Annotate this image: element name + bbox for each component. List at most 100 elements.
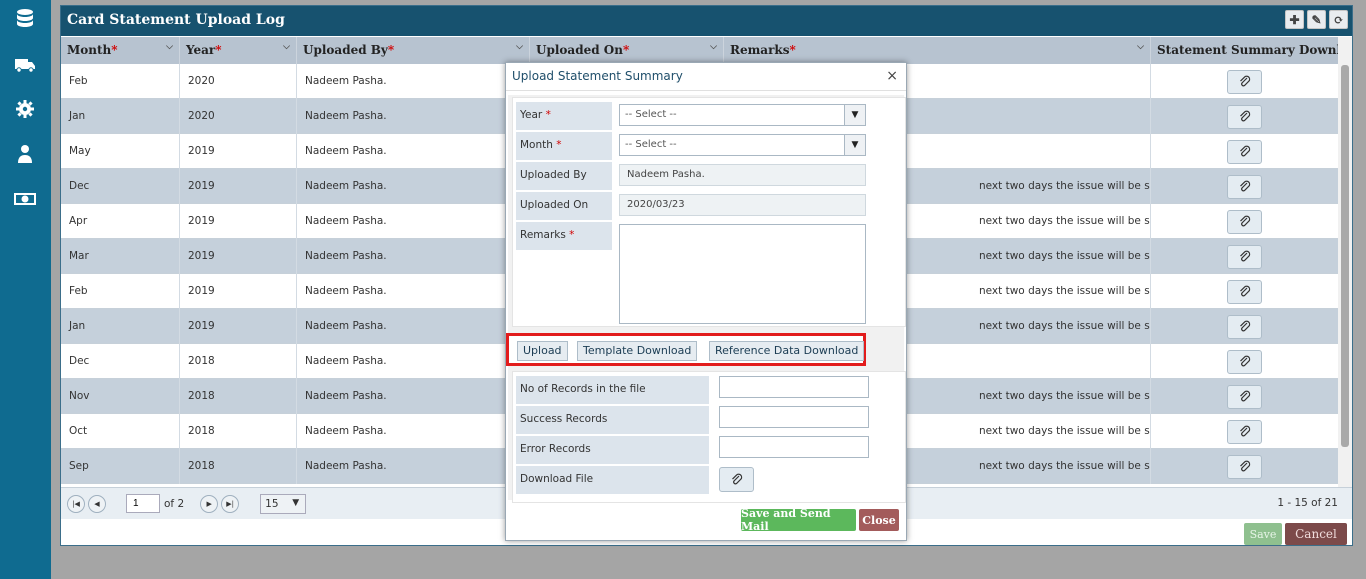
dropdown-arrow-icon: ▼ [844,105,865,125]
table-cell: 2019 [180,134,297,169]
download-file-button[interactable] [719,467,754,492]
paperclip-icon[interactable] [1227,139,1262,164]
column-header-year[interactable]: Year* ⌵ [180,37,297,64]
last-page-icon[interactable]: ▶| [221,494,240,513]
table-cell: Dec [61,169,180,204]
summary-download-cell [1151,64,1339,99]
uploaded-on-row: Uploaded On [516,192,612,220]
table-cell: 2019 [180,169,297,204]
sidebar [0,0,51,579]
year-label: Year * [516,102,612,130]
chevron-down-icon: ⌵ [166,42,173,52]
cancel-button[interactable]: Cancel [1285,523,1347,545]
paperclip-icon[interactable] [1227,174,1262,199]
download-label: Download File [516,466,709,494]
dropdown-arrow-icon: ▼ [292,497,300,508]
error-row: Error Records [516,436,709,464]
paperclip-icon[interactable] [1227,244,1262,269]
chevron-down-icon: ⌵ [710,42,717,52]
gear-icon[interactable] [13,98,37,120]
month-select[interactable]: -- Select -- ▼ [619,134,866,156]
column-header-remarks[interactable]: Remarks* ⌵ [724,37,1151,64]
paperclip-icon [731,473,742,484]
table-cell: Sep [61,449,180,484]
error-label: Error Records [516,436,709,464]
first-page-icon[interactable]: |◀ [67,494,85,513]
summary-download-cell [1151,379,1339,414]
grid-header: Month* ⌵ Year* ⌵ Uploaded By* ⌵ Uploaded On… [61,37,1339,64]
paperclip-icon[interactable] [1227,69,1262,94]
month-label: Month * [516,132,612,160]
records-count-input[interactable] [719,376,869,398]
save-and-send-mail-button[interactable]: Save and Send Mail [741,507,856,533]
scroll-thumb[interactable] [1341,65,1349,447]
upload-button[interactable]: Upload [517,341,568,361]
table-cell: Jan [61,99,180,134]
table-cell: 2019 [180,309,297,344]
chevron-down-icon: ⌵ [1137,42,1144,52]
column-header-uploaded-on[interactable]: Uploaded On* ⌵ [530,37,724,64]
table-cell: Feb [61,64,180,99]
paperclip-icon[interactable] [1227,349,1262,374]
paperclip-icon[interactable] [1227,209,1262,234]
user-icon[interactable] [13,143,37,165]
page-size-select[interactable]: 15 ▼ [260,493,307,514]
vertical-scrollbar[interactable] [1338,37,1352,487]
table-cell: Nadeem Pasha. [297,134,530,169]
uploaded-on-label: Uploaded On [516,192,612,220]
table-cell: 2020 [180,99,297,134]
paperclip-icon[interactable] [1227,279,1262,304]
paperclip-icon[interactable] [1227,384,1262,409]
panel-title: Card Statement Upload Log [67,12,285,28]
column-header-summary-download[interactable]: Statement Summary Download [1151,37,1339,64]
table-cell: May [61,134,180,169]
prev-page-icon[interactable]: ◀ [88,494,106,513]
add-icon[interactable]: ✚ [1285,10,1304,29]
reference-data-download-button[interactable]: Reference Data Download [709,341,865,361]
money-icon[interactable] [13,188,37,210]
truck-icon[interactable] [13,54,37,76]
save-button[interactable]: Save [1244,523,1282,545]
month-row: Month * [516,132,612,160]
table-cell: Nadeem Pasha. [297,64,530,99]
next-page-icon[interactable]: ▶ [200,494,219,513]
table-cell: Mar [61,239,180,274]
table-cell: Feb [61,274,180,309]
template-download-button[interactable]: Template Download [577,341,698,361]
table-cell: Nov [61,379,180,414]
page-count: of 2 [164,497,185,510]
dropdown-arrow-icon: ▼ [844,135,865,155]
paperclip-icon[interactable] [1227,314,1262,339]
column-header-uploaded-by[interactable]: Uploaded By* ⌵ [297,37,530,64]
chevron-down-icon: ⌵ [516,42,523,52]
year-select[interactable]: -- Select -- ▼ [619,104,866,126]
error-records-input[interactable] [719,436,869,458]
close-button[interactable]: Close [859,509,899,531]
uploaded-by-row: Uploaded By [516,162,612,190]
page-number-input[interactable] [126,494,160,513]
paperclip-icon[interactable] [1227,419,1262,444]
table-cell: 2019 [180,239,297,274]
summary-download-cell [1151,99,1339,134]
chevron-down-icon: ⌵ [283,42,290,52]
upload-statement-modal: Upload Statement Summary × Year * -- Sel… [505,62,907,541]
table-cell: Nadeem Pasha. [297,204,530,239]
paperclip-icon[interactable] [1227,454,1262,479]
panel-header: Card Statement Upload Log ✚ ✎ ⟳ [61,6,1352,36]
upload-actions-highlight: Upload Template Download Reference Data … [506,333,866,366]
success-records-input[interactable] [719,406,869,428]
refresh-icon[interactable]: ⟳ [1329,10,1348,29]
table-cell: 2018 [180,449,297,484]
database-icon[interactable] [13,8,37,30]
close-icon[interactable]: × [886,68,898,84]
table-cell: Apr [61,204,180,239]
modal-title: Upload Statement Summary [512,69,683,83]
records-row: No of Records in the file [516,376,709,404]
column-header-month[interactable]: Month* ⌵ [61,37,180,64]
edit-icon[interactable]: ✎ [1307,10,1326,29]
remarks-textarea[interactable] [619,224,866,324]
paperclip-icon[interactable] [1227,104,1262,129]
download-row: Download File [516,466,709,494]
success-row: Success Records [516,406,709,434]
table-cell: Nadeem Pasha. [297,99,530,134]
